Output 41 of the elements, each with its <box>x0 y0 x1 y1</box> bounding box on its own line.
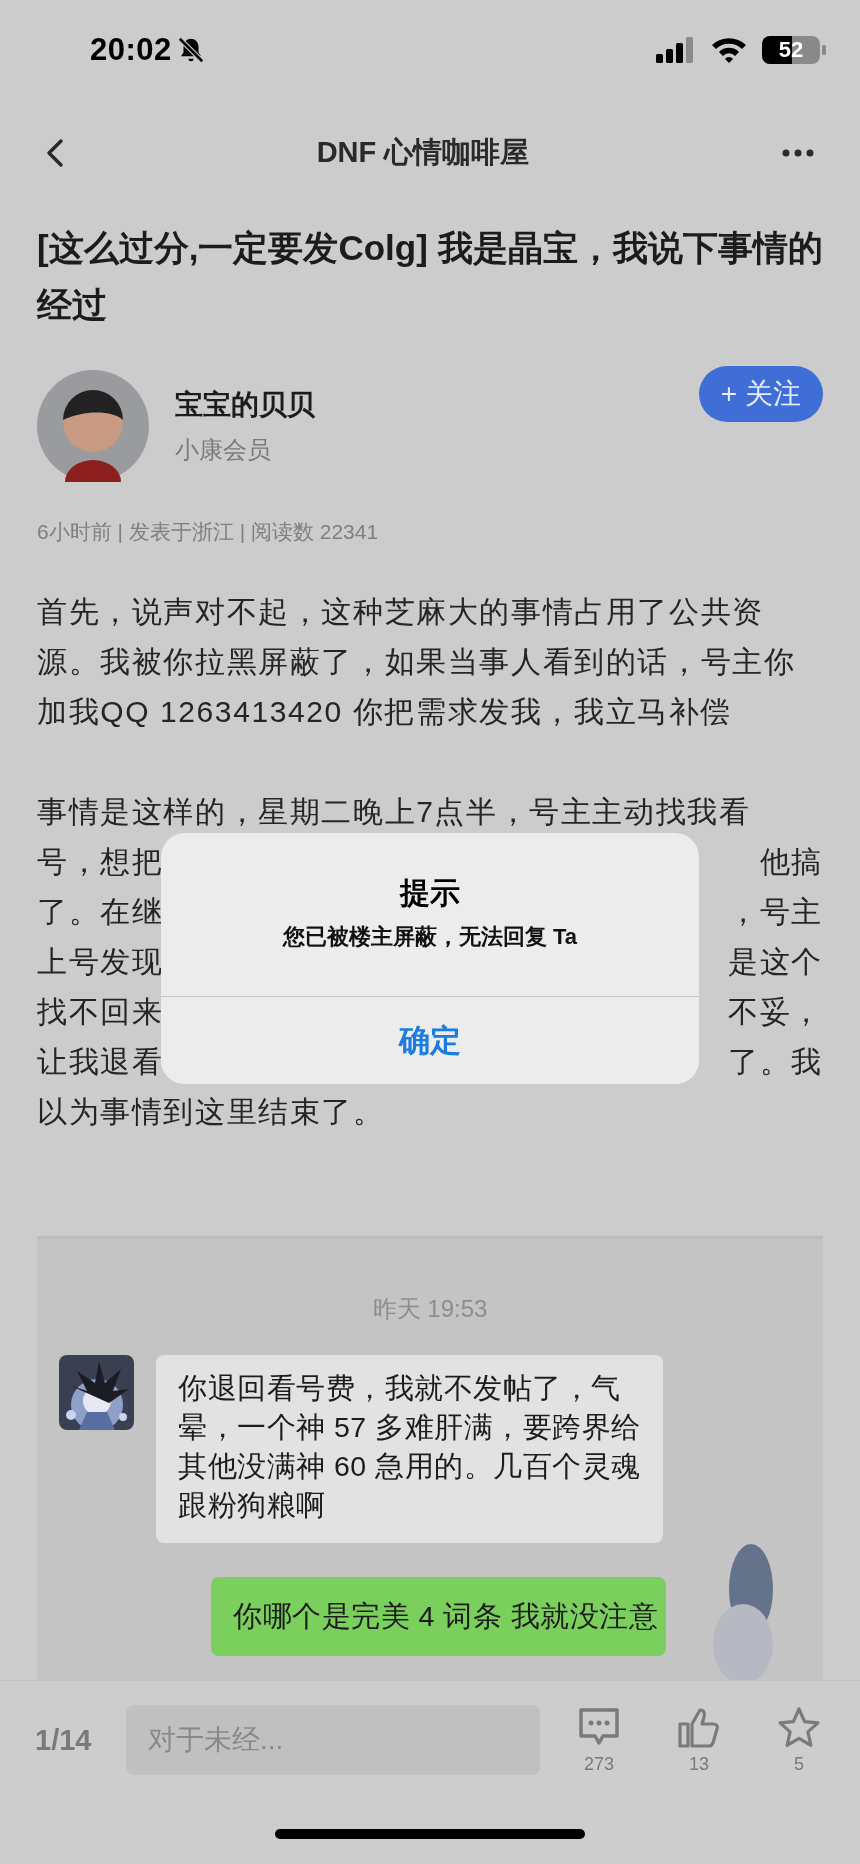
follow-button[interactable]: + 关注 <box>698 366 823 422</box>
signal-icon <box>656 37 696 63</box>
battery-tip-icon <box>822 45 826 55</box>
like-button[interactable]: 13 <box>658 1705 740 1775</box>
star-icon <box>777 1705 821 1750</box>
wifi-icon <box>710 36 748 64</box>
sent-message: 你哪个是完美 4 词条 我就没注意 <box>211 1577 667 1656</box>
battery-icon: 52 <box>762 36 820 64</box>
body-text: 找不回来 <box>37 994 164 1030</box>
body-text: 了。我 <box>728 1044 823 1080</box>
post-meta: 6小时前 | 发表于浙江 | 阅读数 22341 <box>37 519 380 545</box>
body-text: 首先，说声对不起，这种芝麻大的事情占用了公共资 <box>37 594 764 630</box>
clock-time: 20:02 <box>90 32 172 68</box>
body-text: 源。我被你拉黑屏蔽了，如果当事人看到的话，号主你 <box>37 644 796 680</box>
body-text: 不妥， <box>728 994 823 1030</box>
dialog-title: 提示 <box>400 875 460 911</box>
thumbs-up-icon <box>677 1705 721 1750</box>
received-message: 你退回看号费，我就不发帖了，气 晕，一个神 57 多难肝满，要跨界给 其他没满神 60 急用的。几百个灵魂 跟粉狗粮啊 <box>156 1355 663 1543</box>
comment-button[interactable]: 273 <box>558 1705 640 1775</box>
dialog-message: 您已被楼主屏蔽，无法回复 Ta <box>282 923 578 951</box>
body-text: 以为事情到这里结束了。 <box>37 1094 385 1130</box>
avatar-icon[interactable] <box>37 370 149 482</box>
body-text: 事情是这样的，星期二晚上7点半，号主主动找我看 <box>37 794 751 830</box>
more-dots-icon <box>782 148 814 157</box>
body-text: 他搞 <box>759 844 823 880</box>
comment-field[interactable]: 对于未经... <box>126 1705 540 1775</box>
body-text: 加我QQ 1263413420 你把需求发我，我立马补偿 <box>37 694 732 730</box>
page-counter: 1/14 <box>35 1723 93 1757</box>
back-chevron-icon <box>46 137 64 168</box>
post-title: [这么过分,一定要发Colg] 我是晶宝，我说下事情的经过 <box>37 227 824 326</box>
body-text: 让我退看 <box>37 1044 164 1080</box>
member-rank: 小康会员 <box>175 435 272 465</box>
body-text: ，号主 <box>728 894 823 930</box>
body-text: 是这个 <box>728 944 823 980</box>
author-name[interactable]: 宝宝的贝贝 <box>175 386 699 424</box>
body-text: 号，想把 <box>37 844 164 880</box>
body-text: 上号发现 <box>37 944 164 980</box>
favorite-button[interactable]: 5 <box>758 1705 840 1775</box>
forum-title: DNF 心情咖啡屋 <box>315 134 531 170</box>
confirm-button[interactable]: 确定 <box>161 996 699 1084</box>
body-text: 了。在继 <box>37 894 164 930</box>
